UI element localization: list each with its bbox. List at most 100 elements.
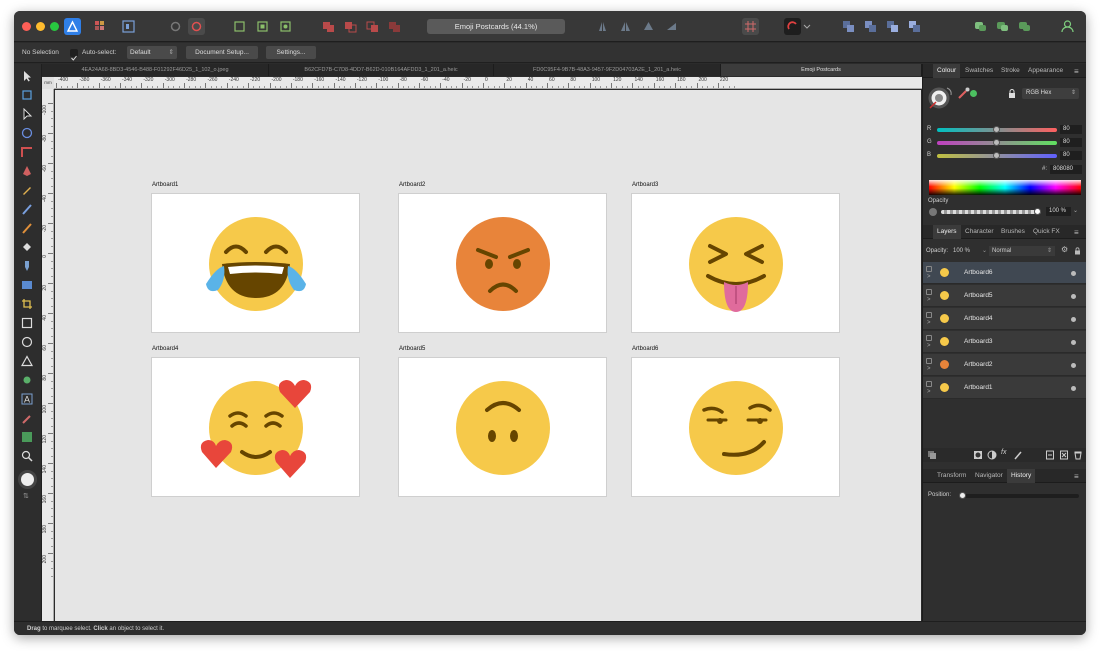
layer-row[interactable]: > Artboard6 [923, 262, 1086, 284]
auto-select-dropdown[interactable]: Default ⇕ [127, 46, 177, 59]
expand-chevron-icon[interactable]: > [927, 320, 931, 326]
minimize-window-button[interactable] [36, 22, 45, 31]
vertical-ruler[interactable]: -100 -80 -60 -40 -20 0 20 40 60 80 100 120 140 160 180… [42, 89, 54, 621]
b-value[interactable]: 80 [1060, 151, 1082, 160]
doc-tab-active[interactable]: Emoji Postcards [721, 64, 922, 76]
zoom-tool-icon[interactable] [21, 450, 33, 462]
tab-appearance[interactable]: Appearance [1024, 64, 1067, 78]
doc-tab-2[interactable]: B62CFD7B-C7D8-4DD7-B62D-010B164AFDD3_1_2… [269, 64, 494, 76]
colour-history-swatch[interactable] [970, 90, 977, 97]
artboard-1[interactable] [151, 193, 360, 333]
horizontal-ruler[interactable]: -400 -380 -360 -340 -320 -300 -280 -260 -240 -220… [42, 77, 922, 89]
layer-fx-icon[interactable]: fx [1001, 449, 1006, 456]
crop-tool-icon[interactable] [21, 298, 33, 310]
doc-tab-3[interactable]: FD0C95F4-9B7B-48A3-9457-9F2D04703A2E_1_2… [494, 64, 721, 76]
opacity-slider[interactable] [941, 210, 1041, 214]
visibility-dot-icon[interactable] [1071, 271, 1076, 276]
rectangle-tool-icon[interactable] [21, 317, 33, 329]
color-picker-tool-icon[interactable] [21, 412, 33, 424]
panel-menu-icon[interactable]: ≡ [1074, 472, 1079, 481]
hex-value[interactable]: 808080 [1050, 165, 1082, 174]
expand-chevron-icon[interactable]: > [927, 297, 931, 303]
pen-tool-icon[interactable] [21, 165, 33, 177]
settings-gear-icon[interactable] [167, 18, 184, 35]
tab-character[interactable]: Character [961, 225, 998, 239]
view-mode-icon[interactable] [231, 18, 248, 35]
triangle-tool-icon[interactable] [21, 355, 33, 367]
arrange-front-icon[interactable] [906, 18, 923, 35]
artboard-label[interactable]: Artboard5 [399, 346, 425, 352]
node-tool-icon[interactable] [21, 108, 33, 120]
doc-tab-1[interactable]: 4EA24A68-8BD3-4546-B488-F01292F46D25_1_1… [42, 64, 269, 76]
expand-chevron-icon[interactable]: > [927, 389, 931, 395]
flip-horizontal-icon[interactable] [617, 18, 634, 35]
fill-stroke-well-icon[interactable] [927, 84, 957, 110]
artboard-label[interactable]: Artboard6 [632, 346, 658, 352]
panel-menu-icon[interactable]: ≡ [1074, 67, 1079, 76]
align-icon[interactable] [594, 18, 611, 35]
tab-swatches[interactable]: Swatches [961, 64, 997, 78]
tab-quick-fx[interactable]: Quick FX [1029, 225, 1064, 239]
brush-layer-icon[interactable] [1013, 450, 1023, 460]
g-value[interactable]: 80 [1060, 138, 1082, 147]
export-persona-icon[interactable] [120, 18, 137, 35]
artboard-label[interactable]: Artboard1 [152, 182, 178, 188]
canvas[interactable]: Artboard1 Artboard2 Artboard3 Artboard4 … [55, 90, 921, 621]
place-image-tool-icon[interactable] [21, 279, 33, 291]
transparency-tool-icon[interactable] [21, 260, 33, 272]
blend-mode-dropdown[interactable]: Normal ⇕ [989, 246, 1055, 256]
visibility-dot-icon[interactable] [1071, 363, 1076, 368]
fill-tool-icon[interactable] [21, 241, 33, 253]
opacity-value[interactable]: 100 % [1046, 207, 1071, 216]
snap-grid-icon[interactable] [742, 18, 759, 35]
user-account-icon[interactable] [1059, 18, 1076, 35]
expand-chevron-icon[interactable]: > [927, 274, 931, 280]
adjustments-icon[interactable] [987, 450, 997, 460]
auto-select-checkbox[interactable] [70, 49, 78, 61]
visibility-dot-icon[interactable] [1071, 386, 1076, 391]
layer-row[interactable]: > Artboard5 [923, 285, 1086, 307]
ellipse-tool-icon[interactable] [21, 336, 33, 348]
panel-menu-icon[interactable]: ≡ [1074, 228, 1079, 237]
layer-copy-icon[interactable] [927, 450, 937, 460]
add-layer-icon[interactable] [1045, 450, 1055, 460]
layer-lock-icon[interactable] [1074, 247, 1081, 255]
artboard-label[interactable]: Artboard3 [632, 182, 658, 188]
visibility-dot-icon[interactable] [1071, 294, 1076, 299]
r-value[interactable]: 80 [1060, 125, 1082, 134]
arrange-backward-icon[interactable] [862, 18, 879, 35]
tab-brushes[interactable]: Brushes [997, 225, 1029, 239]
tab-stroke[interactable]: Stroke [997, 64, 1024, 78]
fill-stroke-color-well[interactable] [18, 470, 37, 489]
tab-navigator[interactable]: Navigator [971, 469, 1007, 483]
layer-row[interactable]: > Artboard3 [923, 331, 1086, 353]
pixel-persona-icon[interactable] [92, 18, 109, 35]
rotate-icon[interactable] [663, 18, 680, 35]
boolean-subtract-icon[interactable] [342, 18, 359, 35]
b-slider-knob[interactable] [993, 152, 1000, 159]
arrange-back-icon[interactable] [840, 18, 857, 35]
settings-button[interactable]: Settings... [266, 46, 316, 59]
flip-vertical-icon[interactable] [640, 18, 657, 35]
visibility-dot-icon[interactable] [1071, 340, 1076, 345]
mask-layer-icon[interactable] [973, 450, 983, 460]
snapping-icon[interactable] [188, 18, 205, 35]
designer-persona-icon[interactable] [64, 18, 81, 35]
delete-layer-icon[interactable] [1073, 450, 1083, 460]
tab-history[interactable]: History [1007, 469, 1036, 483]
tab-colour[interactable]: Colour [933, 64, 961, 78]
history-share-icon[interactable] [1016, 18, 1033, 35]
visibility-dot-icon[interactable] [1071, 317, 1076, 322]
layer-row[interactable]: > Artboard2 [923, 354, 1086, 376]
boolean-intersect-icon[interactable] [364, 18, 381, 35]
artboard-label[interactable]: Artboard2 [399, 182, 425, 188]
zoom-window-button[interactable] [50, 22, 59, 31]
close-window-button[interactable] [22, 22, 31, 31]
artboard-6[interactable] [631, 357, 840, 497]
swap-colors-icon[interactable]: ⇅ [23, 492, 29, 500]
expand-chevron-icon[interactable]: > [927, 343, 931, 349]
snapping-magnet-icon[interactable] [784, 18, 801, 35]
expand-chevron-icon[interactable]: > [927, 366, 931, 372]
opacity-slider-knob[interactable] [1034, 208, 1041, 215]
tab-layers[interactable]: Layers [933, 225, 961, 239]
